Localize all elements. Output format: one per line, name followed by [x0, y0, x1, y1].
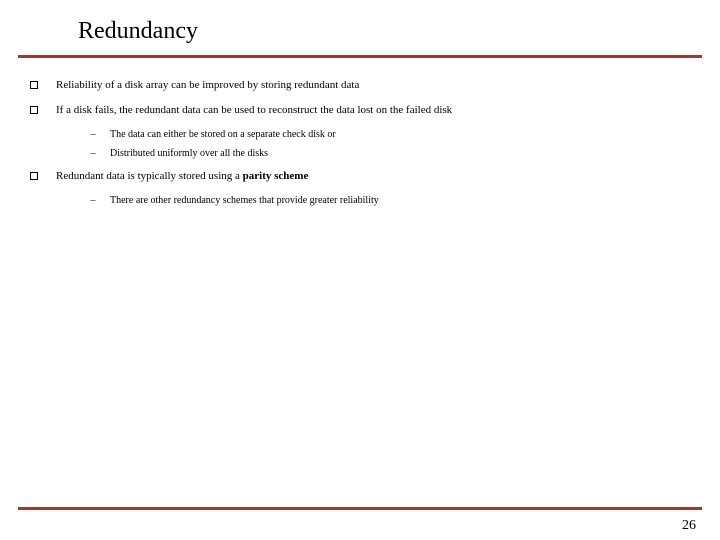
- dash-icon: –: [88, 128, 98, 142]
- sub-bullet-text: Distributed uniformly over all the disks: [110, 147, 268, 161]
- bullet-text: If a disk fails, the redundant data can …: [56, 103, 452, 118]
- divider-bottom: [18, 507, 702, 510]
- dash-icon: –: [88, 194, 98, 208]
- square-bullet-icon: [30, 172, 38, 180]
- sub-bullet-item: – There are other redundancy schemes tha…: [88, 194, 690, 208]
- sub-bullet-item: – Distributed uniformly over all the dis…: [88, 147, 690, 161]
- bullet-item: Reliability of a disk array can be impro…: [30, 78, 690, 93]
- dash-icon: –: [88, 147, 98, 161]
- square-bullet-icon: [30, 106, 38, 114]
- bullet-item: If a disk fails, the redundant data can …: [30, 103, 690, 118]
- bullet-text-pre: Redundant data is typically stored using…: [56, 170, 243, 182]
- page-title: Redundancy: [0, 0, 720, 51]
- page-number: 26: [682, 518, 696, 534]
- content-area: Reliability of a disk array can be impro…: [0, 58, 720, 207]
- sub-bullet-text: The data can either be stored on a separ…: [110, 128, 336, 142]
- slide: Redundancy Reliability of a disk array c…: [0, 0, 720, 540]
- sub-bullet-item: – The data can either be stored on a sep…: [88, 128, 690, 142]
- bullet-text: Redundant data is typically stored using…: [56, 169, 308, 184]
- sub-bullet-text: There are other redundancy schemes that …: [110, 194, 379, 208]
- bullet-text-bold: parity scheme: [243, 170, 309, 182]
- bullet-item: Redundant data is typically stored using…: [30, 169, 690, 184]
- square-bullet-icon: [30, 81, 38, 89]
- bullet-text: Reliability of a disk array can be impro…: [56, 78, 359, 93]
